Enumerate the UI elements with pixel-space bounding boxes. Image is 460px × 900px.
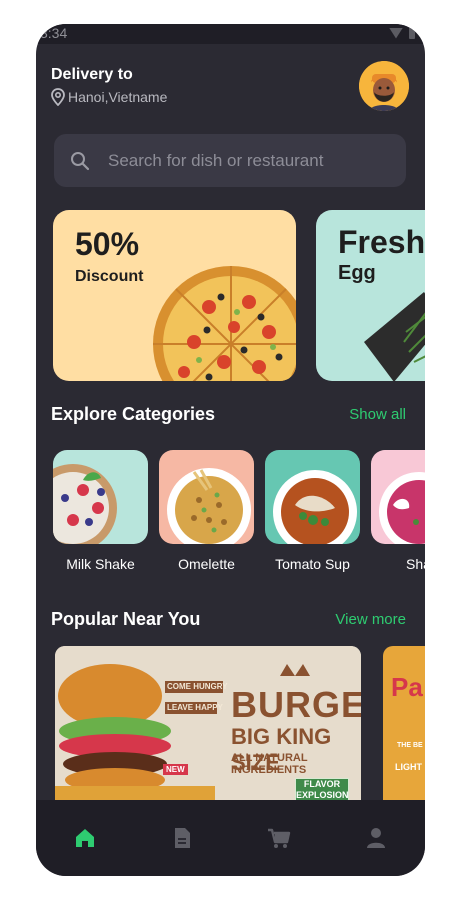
location-selector[interactable]: Hanoi,Vietname (51, 88, 167, 106)
omelette-image (167, 468, 251, 544)
card-headline: Pa (391, 672, 423, 702)
status-bar: 3:34 (36, 24, 425, 44)
burger-line3: ALL NATURAL INGREDIENTS (231, 752, 308, 776)
home-icon (75, 829, 94, 847)
status-icons (389, 27, 415, 39)
popular-card-second[interactable]: Pa THE BE LIGHT (383, 646, 425, 802)
promo-card-discount[interactable]: 50% Discount (53, 210, 296, 381)
avatar[interactable] (359, 61, 409, 111)
category-image (159, 450, 254, 544)
profile-icon (367, 828, 386, 848)
promo-card-fresh-egg[interactable]: Fresh Egg (316, 210, 425, 381)
delivery-header: Delivery to Hanoi,Vietname (51, 66, 167, 106)
wifi-icon (389, 27, 403, 39)
category-image (53, 450, 148, 544)
search-bar[interactable]: Search for dish or restaurant (54, 134, 406, 187)
category-sha[interactable]: Sha (371, 450, 425, 572)
card-sub: THE BE (397, 742, 423, 749)
show-all-link[interactable]: Show all (349, 406, 406, 423)
cart-icon (268, 828, 291, 848)
status-time: 3:34 (40, 25, 68, 41)
badge-new: NEW (163, 764, 188, 775)
document-icon (174, 828, 190, 848)
delivery-title: Delivery to (51, 66, 133, 83)
category-image (371, 450, 425, 544)
milk-shake-image (53, 464, 117, 544)
category-label: Milk Shake (66, 556, 135, 572)
badge-come-hungry: COME HUNGRY (167, 682, 228, 691)
popular-title: Popular Near You (51, 609, 201, 629)
popular-card-burger[interactable]: COME HUNGRY LEAVE HAPPY BURGER BIG KING … (55, 646, 361, 802)
category-image (265, 450, 360, 544)
search-placeholder: Search for dish or restaurant (108, 150, 324, 170)
category-tomato-sup[interactable]: Tomato Sup (265, 450, 360, 572)
flavor-badge: FLAVOR EXPLOSION (295, 778, 349, 802)
category-omelette[interactable]: Omelette (159, 450, 254, 572)
pizza-image (153, 266, 296, 381)
category-label: Omelette (178, 556, 235, 572)
nav-cart[interactable] (266, 825, 292, 851)
burger-headline: BURGER (231, 684, 361, 725)
promo-headline: 50% (75, 226, 140, 262)
nav-home[interactable] (72, 825, 98, 851)
category-label: Tomato Sup (275, 556, 350, 572)
card-light: LIGHT (395, 762, 422, 772)
view-more-link[interactable]: View more (335, 611, 406, 628)
category-label: Sha (406, 556, 425, 572)
promo-subline: Discount (75, 268, 144, 285)
user-avatar-icon (359, 61, 409, 111)
egg-board-image (364, 292, 425, 381)
badge-leave-happy: LEAVE HAPPY (167, 703, 223, 712)
location-pin-icon (51, 88, 65, 106)
promo-headline: Fresh (338, 224, 425, 260)
tomato-soup-image (273, 470, 357, 544)
nav-profile[interactable] (363, 825, 389, 851)
bottom-navigation (36, 800, 425, 876)
categories-title: Explore Categories (51, 404, 216, 424)
category-milk-shake[interactable]: Milk Shake (53, 450, 148, 572)
pink-soup-image (379, 472, 425, 544)
battery-icon (409, 27, 415, 39)
flavor-text: FLAVOR (303, 779, 341, 789)
phone-screen: 3:34 Delivery to Hanoi,Vietname Search f… (36, 24, 425, 876)
location-text: Hanoi,Vietname (68, 89, 168, 105)
search-icon (71, 151, 90, 170)
nav-orders[interactable] (169, 825, 195, 851)
